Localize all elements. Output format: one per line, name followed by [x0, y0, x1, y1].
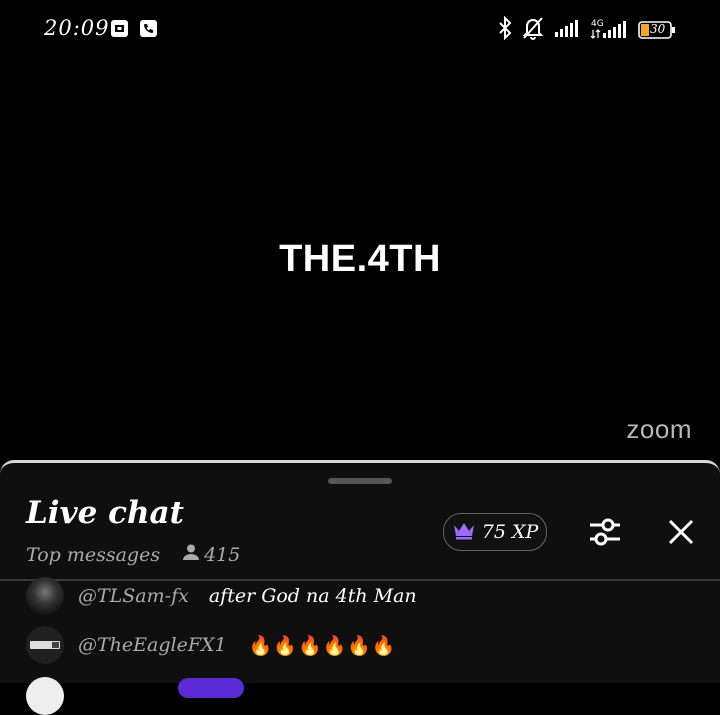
message-author[interactable]: @TheEagleFX1: [78, 634, 227, 656]
zoom-watermark: zoom: [626, 414, 692, 444]
message-author[interactable]: @TLSam-fx: [78, 585, 189, 607]
signal-2-icon: 4G: [590, 17, 628, 43]
bell-muted-icon: [522, 16, 544, 44]
avatar-logo-icon: [30, 641, 60, 649]
crown-icon: [452, 520, 476, 545]
chat-message[interactable]: @TheEagleFX1 🔥🔥🔥🔥🔥🔥: [26, 625, 397, 665]
chat-message[interactable]: @TLSam-fx after God na 4th Man: [26, 576, 417, 616]
chat-title: Live chat: [26, 495, 184, 531]
stream-title: THE.4TH: [279, 238, 441, 280]
viewer-count-value: 415: [204, 543, 241, 566]
partial-next-message: [26, 677, 64, 715]
status-bar: 20:09 4G 30: [0, 0, 720, 58]
video-player[interactable]: THE.4TH zoom: [0, 58, 720, 460]
call-icon: [140, 20, 157, 37]
svg-text:4G: 4G: [591, 19, 604, 29]
xp-value: 75 XP: [481, 521, 539, 543]
message-text: after God na 4th Man: [208, 585, 417, 607]
avatar[interactable]: [26, 626, 64, 664]
drag-handle[interactable]: [328, 478, 392, 484]
live-chat-panel: Live chat Top messages 415 75 XP @TLSam-…: [0, 460, 720, 715]
person-icon: [182, 543, 200, 566]
status-time: 20:09: [44, 16, 110, 40]
avatar[interactable]: [26, 577, 64, 615]
battery-icon: 30: [638, 21, 676, 39]
screen-record-icon: [111, 20, 128, 37]
message-text: 🔥🔥🔥🔥🔥🔥: [248, 634, 397, 657]
status-icons: 4G 30: [498, 15, 676, 44]
battery-level: 30: [650, 22, 666, 36]
close-chat-button[interactable]: [664, 515, 698, 549]
chat-settings-button[interactable]: [586, 513, 624, 551]
signal-1-icon: [554, 18, 580, 42]
xp-badge[interactable]: 75 XP: [443, 513, 547, 551]
chat-mode-selector[interactable]: Top messages: [26, 544, 160, 566]
sliders-icon: [590, 518, 620, 546]
bluetooth-icon: [498, 15, 512, 44]
close-icon: [668, 519, 694, 545]
partial-badge: [178, 678, 244, 698]
viewer-count: 415: [182, 543, 240, 566]
chat-subheader: Top messages 415: [26, 543, 240, 566]
